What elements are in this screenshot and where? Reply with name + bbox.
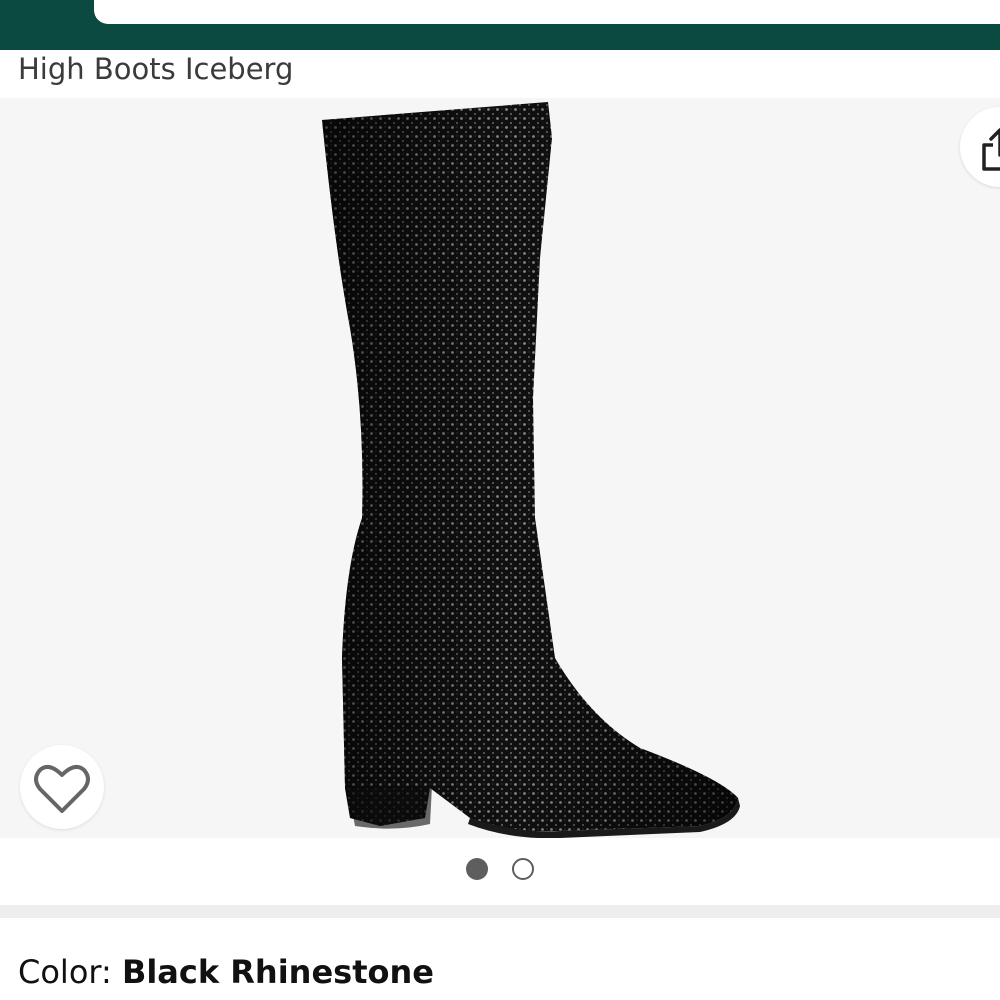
wishlist-button[interactable] [20, 745, 104, 829]
carousel-dot-2[interactable] [512, 858, 534, 880]
product-image-area[interactable] [0, 98, 1000, 838]
top-bar [0, 0, 1000, 50]
image-carousel-indicator [0, 858, 1000, 884]
color-label: Color: [18, 953, 122, 991]
color-value: Black Rhinestone [121, 953, 434, 991]
carousel-dot-1[interactable] [466, 858, 488, 880]
product-title[interactable]: High Boots Iceberg [18, 50, 293, 90]
section-divider [0, 905, 1000, 918]
heart-icon [34, 764, 90, 813]
product-image[interactable] [0, 98, 1000, 838]
color-selection-label: Color: Black Rhinestone [18, 950, 434, 994]
search-field[interactable] [94, 0, 1000, 24]
share-icon [982, 128, 1000, 171]
